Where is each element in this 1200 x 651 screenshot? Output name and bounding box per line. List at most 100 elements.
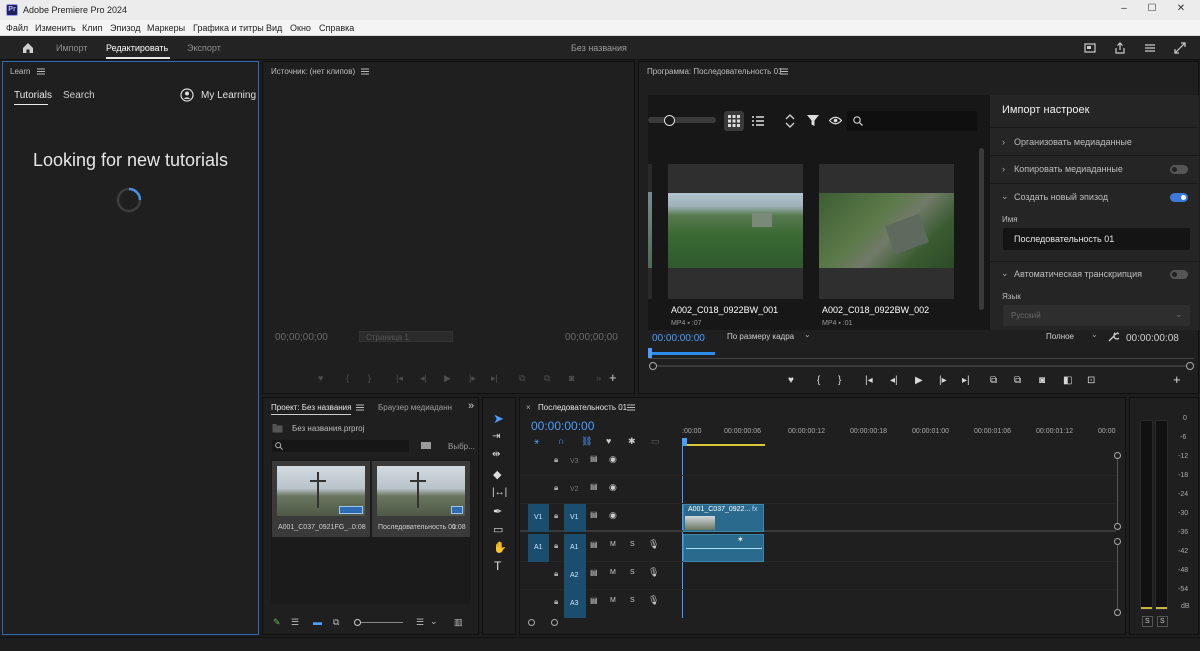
play-icon[interactable]: ▶ bbox=[915, 375, 923, 386]
organize-media-row[interactable]: Организовать медиаданные bbox=[1014, 137, 1132, 147]
menu-sequence[interactable]: Эпизод bbox=[110, 23, 140, 33]
menu-file[interactable]: Файл bbox=[6, 23, 28, 33]
sync-lock-icon[interactable]: ▤ bbox=[590, 454, 598, 463]
project-item[interactable]: Последовательность 01 0:08 bbox=[372, 461, 470, 537]
scroll-handle[interactable] bbox=[1114, 523, 1121, 530]
timeline-timecode[interactable]: 00:00:00:00 bbox=[531, 419, 594, 433]
list-view-icon[interactable]: ☰ bbox=[291, 617, 299, 628]
menu-markers[interactable]: Маркеры bbox=[147, 23, 185, 33]
sort-icon[interactable] bbox=[785, 114, 795, 128]
scroll-handle[interactable] bbox=[1114, 609, 1121, 616]
mute-button[interactable]: M bbox=[610, 541, 616, 548]
add-button-icon[interactable]: + bbox=[1173, 372, 1181, 387]
overwrite-icon[interactable]: ⧉ bbox=[544, 373, 550, 384]
my-learning-link[interactable]: My Learning bbox=[201, 90, 256, 101]
menu-help[interactable]: Справка bbox=[319, 23, 354, 33]
program-timecode-left[interactable]: 00:00:00:00 bbox=[652, 333, 705, 344]
filter-icon[interactable] bbox=[807, 114, 819, 127]
fit-select[interactable]: По размеру кадра ⌄ bbox=[722, 330, 815, 343]
share-icon[interactable] bbox=[1113, 41, 1127, 55]
lock-icon[interactable]: 🔒︎ bbox=[554, 511, 558, 521]
step-forward-icon[interactable]: |▸ bbox=[469, 373, 476, 384]
maximize-button[interactable]: ☐ bbox=[1143, 3, 1161, 14]
lift-icon[interactable]: ⧉ bbox=[990, 375, 997, 386]
menu-clip[interactable]: Клип bbox=[82, 23, 102, 33]
menu-graphics[interactable]: Графика и титры bbox=[193, 23, 264, 33]
sync-lock-icon[interactable]: ▤ bbox=[590, 482, 598, 491]
chevron-down-icon[interactable]: ⌄ bbox=[430, 616, 438, 627]
extract-icon[interactable]: ⧉ bbox=[1014, 375, 1021, 386]
track-target-a1[interactable]: A1 bbox=[564, 534, 586, 562]
tab-edit[interactable]: Редактировать bbox=[106, 43, 168, 53]
pen-tool-icon[interactable]: ✒ bbox=[493, 505, 502, 518]
media-search-input[interactable] bbox=[847, 111, 977, 131]
copy-media-row[interactable]: Копировать медиаданные bbox=[1014, 164, 1123, 174]
scroll-handle[interactable] bbox=[1114, 452, 1121, 459]
icon-view-icon[interactable]: ▬ bbox=[313, 617, 322, 627]
snap-icon[interactable]: ∩ bbox=[558, 436, 564, 446]
microphone-icon[interactable]: 🎙︎ bbox=[648, 567, 659, 578]
tab-export[interactable]: Экспорт bbox=[187, 43, 221, 53]
vr-video-icon[interactable]: ⊡ bbox=[1087, 375, 1095, 386]
source-patch-a1[interactable]: A1 bbox=[528, 534, 549, 562]
mark-in-icon[interactable]: { bbox=[817, 375, 820, 386]
program-ruler[interactable] bbox=[648, 348, 1194, 359]
lock-icon[interactable]: 🔒︎ bbox=[554, 455, 558, 465]
scrollbar[interactable] bbox=[979, 148, 984, 310]
lock-icon[interactable]: 🔒︎ bbox=[554, 541, 558, 551]
lock-icon[interactable]: 🔒︎ bbox=[554, 569, 558, 579]
mark-out-icon[interactable]: } bbox=[368, 373, 371, 383]
close-tab-icon[interactable]: × bbox=[526, 403, 531, 412]
scroll-handle[interactable] bbox=[551, 619, 558, 626]
export-frame-icon[interactable]: ◙ bbox=[1039, 375, 1045, 386]
scroll-handle[interactable] bbox=[528, 619, 535, 626]
sync-lock-icon[interactable]: ▤ bbox=[590, 510, 598, 519]
tab-tutorials[interactable]: Tutorials bbox=[14, 90, 52, 101]
video-clip[interactable]: A001_C037_0922... fx bbox=[683, 504, 764, 532]
new-sequence-row[interactable]: Создать новый эпизод bbox=[1014, 192, 1108, 202]
new-bin-from-search-icon[interactable] bbox=[421, 441, 431, 450]
menu-edit[interactable]: Изменить bbox=[35, 23, 76, 33]
captions-icon[interactable]: ▭ bbox=[651, 436, 660, 447]
page-selector[interactable]: Страница 1 bbox=[359, 331, 453, 342]
nest-icon[interactable]: ⚹ bbox=[534, 436, 539, 447]
list-view-icon[interactable] bbox=[752, 115, 764, 127]
chevron-down-icon[interactable]: ⌄ bbox=[1001, 191, 1009, 202]
solo-button[interactable]: S bbox=[630, 541, 635, 548]
slider-knob[interactable] bbox=[664, 115, 675, 126]
playhead-head[interactable] bbox=[682, 438, 687, 446]
microphone-icon[interactable]: 🎙︎ bbox=[648, 539, 659, 550]
thumbnail-size-slider[interactable] bbox=[648, 117, 716, 123]
go-to-out-icon[interactable]: ▸| bbox=[962, 375, 970, 386]
vertical-scroll-audio[interactable] bbox=[1114, 538, 1121, 616]
playhead-marker[interactable] bbox=[648, 348, 652, 358]
freeform-view-icon[interactable]: ⧉ bbox=[333, 617, 339, 628]
tab-search[interactable]: Search bbox=[63, 90, 95, 101]
project-search-input[interactable] bbox=[272, 440, 409, 452]
go-to-in-icon[interactable]: |◂ bbox=[396, 373, 403, 384]
razor-tool-icon[interactable]: ◆ bbox=[493, 468, 501, 481]
write-protect-icon[interactable]: ✎ bbox=[273, 617, 281, 628]
wrench-icon[interactable] bbox=[1108, 331, 1119, 342]
partial-clip-thumb[interactable] bbox=[648, 164, 652, 299]
project-item[interactable]: A001_C037_0921FG_... 0:08 bbox=[272, 461, 370, 537]
time-ruler[interactable]: :00:00 00:00:00:06 00:00:00:12 00:00:00:… bbox=[682, 424, 1116, 446]
type-tool-icon[interactable]: T bbox=[494, 559, 501, 573]
menu-view[interactable]: Вид bbox=[266, 23, 282, 33]
track-target-v1[interactable]: V1 bbox=[564, 504, 586, 532]
source-timecode-left[interactable]: 00;00;00;00 bbox=[275, 332, 328, 343]
ripple-edit-tool-icon[interactable]: ⇹ bbox=[492, 449, 500, 460]
tab-import[interactable]: Импорт bbox=[56, 43, 87, 53]
mark-out-icon[interactable]: } bbox=[838, 375, 841, 386]
solo-left-button[interactable]: S bbox=[1142, 616, 1153, 627]
go-to-in-icon[interactable]: |◂ bbox=[865, 375, 873, 386]
zoom-slider-knob[interactable] bbox=[354, 619, 361, 626]
sort-icon[interactable]: ☰ bbox=[416, 617, 424, 628]
mark-in-icon[interactable]: { bbox=[346, 373, 349, 383]
linked-selection-icon[interactable]: ⛓ bbox=[581, 436, 592, 447]
quick-export-icon[interactable] bbox=[1083, 41, 1097, 55]
copy-media-toggle[interactable] bbox=[1170, 165, 1188, 174]
settings-wrench-icon[interactable]: ✱ bbox=[628, 436, 636, 447]
clip-card[interactable] bbox=[668, 164, 803, 299]
tab-project[interactable]: Проект: Без названия bbox=[271, 403, 351, 412]
